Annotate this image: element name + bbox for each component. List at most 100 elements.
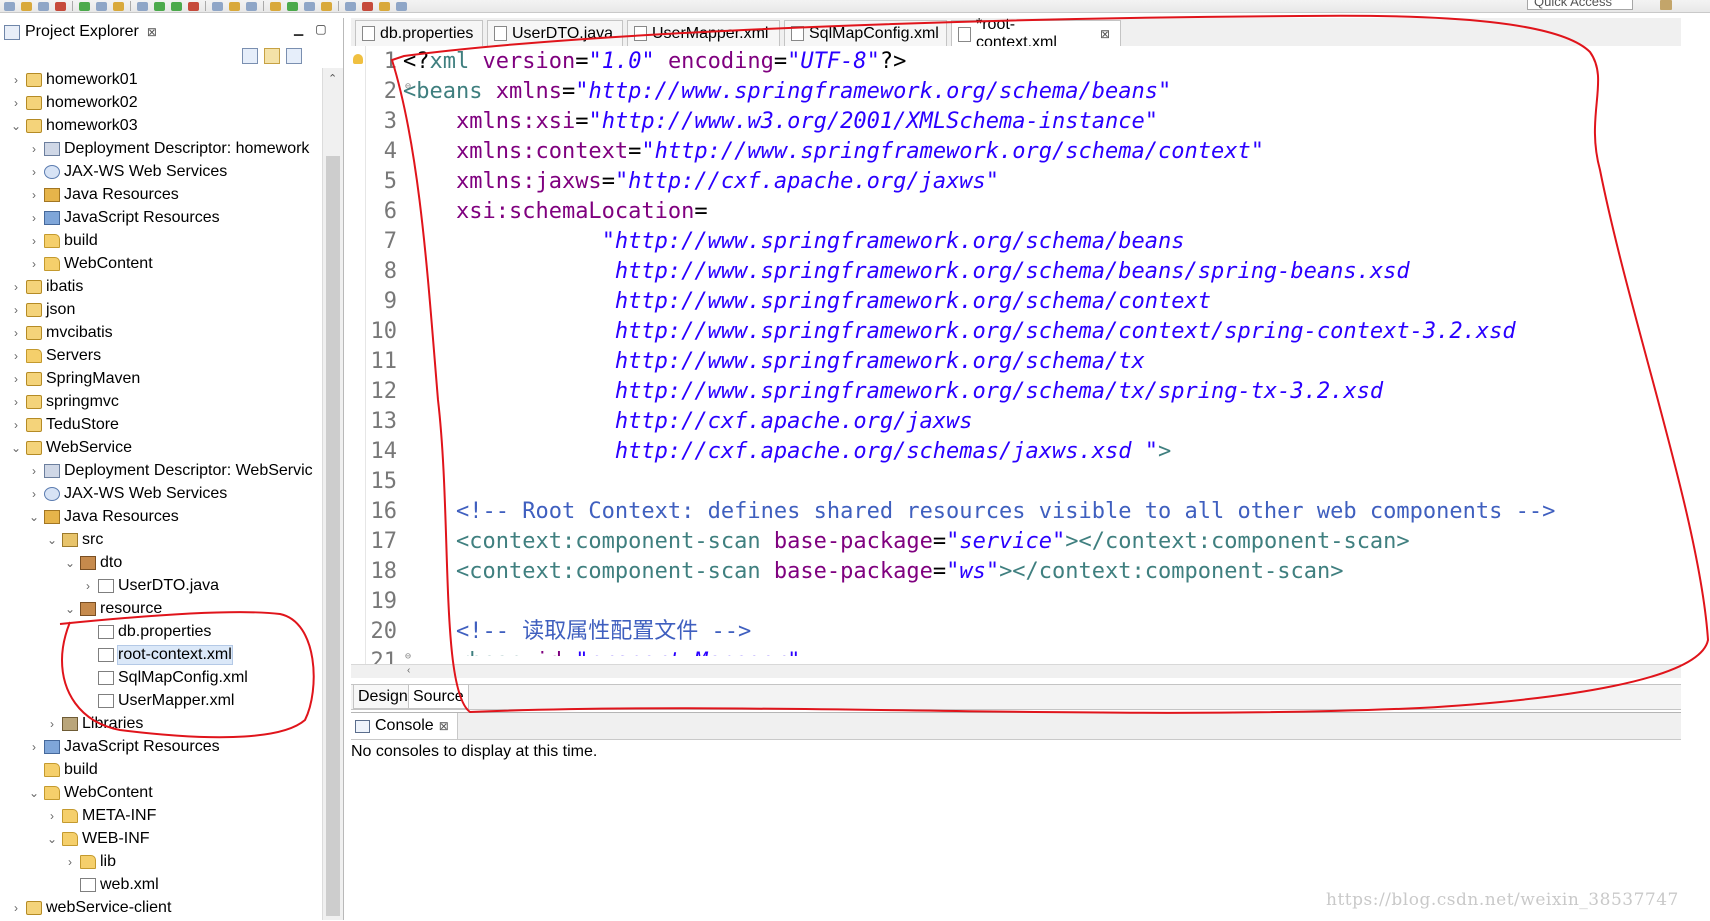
tree-item[interactable]: root-context.xml	[0, 643, 322, 666]
tree-item[interactable]: › TeduStore	[0, 413, 322, 436]
collapsed-chevron-icon[interactable]: ›	[10, 901, 22, 915]
tree-item[interactable]: build	[0, 758, 322, 781]
collapsed-chevron-icon[interactable]: ›	[28, 165, 40, 179]
xml-editor[interactable]: 1 2 3 4 5 6 7 8 9 10 11 12 13 14 15 16 17 18 19 20 21 ⊖ ⊖ <?xm…	[351, 46, 1681, 674]
tree-item[interactable]: › json	[0, 298, 322, 321]
collapsed-chevron-icon[interactable]: ›	[28, 211, 40, 225]
tree-item[interactable]: › JavaScript Resources	[0, 206, 322, 229]
tree-item[interactable]: › mvcibatis	[0, 321, 322, 344]
tree-item[interactable]: › ibatis	[0, 275, 322, 298]
tree-item[interactable]: db.properties	[0, 620, 322, 643]
maximize-icon[interactable]: ▢	[315, 22, 326, 36]
tree-item[interactable]: › Java Resources	[0, 183, 322, 206]
tree-item[interactable]: › lib	[0, 850, 322, 873]
explorer-scrollbar[interactable]: ⌃	[322, 68, 343, 920]
collapsed-chevron-icon[interactable]: ›	[28, 188, 40, 202]
minimize-icon[interactable]: ▁	[294, 22, 303, 36]
tree-item[interactable]: › JAX-WS Web Services	[0, 482, 322, 505]
tree-item[interactable]: › webService-client	[0, 896, 322, 919]
expanded-chevron-icon[interactable]: ⌄	[64, 602, 76, 616]
scroll-left-icon[interactable]: ‹	[407, 665, 410, 676]
toolbar-button-icon[interactable]	[137, 1, 148, 11]
link-with-editor-icon[interactable]	[264, 48, 280, 64]
project-explorer-tab[interactable]: Project Explorer ⊠	[0, 18, 174, 46]
tree-item[interactable]: SqlMapConfig.xml	[0, 666, 322, 689]
collapsed-chevron-icon[interactable]: ›	[28, 740, 40, 754]
close-icon[interactable]: ⊠	[1100, 27, 1110, 41]
toolbar-button-icon[interactable]	[396, 1, 407, 11]
toolbar-button-icon[interactable]	[55, 1, 66, 11]
editor-tab[interactable]: UserMapper.xml	[627, 20, 780, 46]
tree-item[interactable]: › Deployment Descriptor: homework	[0, 137, 322, 160]
collapsed-chevron-icon[interactable]: ›	[10, 73, 22, 87]
collapsed-chevron-icon[interactable]: ›	[10, 395, 22, 409]
collapsed-chevron-icon[interactable]: ›	[28, 234, 40, 248]
collapsed-chevron-icon[interactable]: ›	[28, 142, 40, 156]
editor-tab[interactable]: UserDTO.java	[487, 20, 623, 46]
toolbar-button-icon[interactable]	[212, 1, 223, 11]
tree-item[interactable]: ⌄ resource	[0, 597, 322, 620]
expanded-chevron-icon[interactable]: ⌄	[28, 786, 40, 800]
expanded-chevron-icon[interactable]: ⌄	[64, 556, 76, 570]
collapsed-chevron-icon[interactable]: ›	[46, 809, 58, 823]
toolbar-button-icon[interactable]	[246, 1, 257, 11]
expanded-chevron-icon[interactable]: ⌄	[46, 832, 58, 846]
tree-item[interactable]: ⌄ Java Resources	[0, 505, 322, 528]
tree-item[interactable]: › homework02	[0, 91, 322, 114]
expanded-chevron-icon[interactable]: ⌄	[10, 441, 22, 455]
toolbar-button-icon[interactable]	[270, 1, 281, 11]
tree-item[interactable]: › JavaScript Resources	[0, 735, 322, 758]
tree-item[interactable]: ⌄ WebContent	[0, 781, 322, 804]
close-icon[interactable]: ⊠	[147, 25, 157, 39]
tree-item[interactable]: › springmvc	[0, 390, 322, 413]
tree-item[interactable]: › homework01	[0, 68, 322, 91]
collapsed-chevron-icon[interactable]: ›	[46, 717, 58, 731]
tree-item[interactable]: › Libraries	[0, 712, 322, 735]
tree-item[interactable]: UserMapper.xml	[0, 689, 322, 712]
collapsed-chevron-icon[interactable]: ›	[10, 372, 22, 386]
tree-item[interactable]: › JAX-WS Web Services	[0, 160, 322, 183]
editor-horizontal-scrollbar[interactable]: ‹	[351, 664, 1681, 678]
tree-item[interactable]: › WebContent	[0, 252, 322, 275]
toolbar-button-icon[interactable]	[154, 1, 165, 11]
toolbar-button-icon[interactable]	[38, 1, 49, 11]
toolbar-button-icon[interactable]	[362, 1, 373, 11]
tree-item[interactable]: ⌄ WEB-INF	[0, 827, 322, 850]
perspective-icon[interactable]	[1660, 0, 1672, 10]
expanded-chevron-icon[interactable]: ⌄	[46, 533, 58, 547]
expanded-chevron-icon[interactable]: ⌄	[10, 119, 22, 133]
toolbar-button-icon[interactable]	[113, 1, 124, 11]
toolbar-button-icon[interactable]	[79, 1, 90, 11]
collapsed-chevron-icon[interactable]: ›	[28, 464, 40, 478]
toolbar-button-icon[interactable]	[21, 1, 32, 11]
view-menu-icon[interactable]	[286, 48, 302, 64]
collapsed-chevron-icon[interactable]: ›	[28, 257, 40, 271]
editor-tab[interactable]: db.properties	[355, 20, 483, 46]
tree-item[interactable]: ⌄ dto	[0, 551, 322, 574]
expanded-chevron-icon[interactable]: ⌄	[28, 510, 40, 524]
code-area[interactable]: <?xml version="1.0" encoding="UTF-8"?> <b…	[403, 46, 1673, 656]
collapsed-chevron-icon[interactable]: ›	[64, 855, 76, 869]
tab-design[interactable]: Design	[353, 685, 413, 709]
collapsed-chevron-icon[interactable]: ›	[28, 487, 40, 501]
tree-item[interactable]: ⌄ WebService	[0, 436, 322, 459]
tree-item[interactable]: › build	[0, 229, 322, 252]
collapsed-chevron-icon[interactable]: ›	[10, 303, 22, 317]
scroll-up-icon[interactable]: ⌃	[328, 72, 337, 85]
tree-item[interactable]: ⌄ homework03	[0, 114, 322, 137]
toolbar-button-icon[interactable]	[287, 1, 298, 11]
tree-item[interactable]: › Servers	[0, 344, 322, 367]
quick-access-field[interactable]: Quick Access	[1527, 0, 1633, 10]
collapsed-chevron-icon[interactable]: ›	[10, 280, 22, 294]
toolbar-button-icon[interactable]	[4, 1, 15, 11]
toolbar-button-icon[interactable]	[321, 1, 332, 11]
console-tab[interactable]: Console ⊠	[351, 713, 458, 739]
close-icon[interactable]: ⊠	[439, 719, 449, 733]
toolbar-button-icon[interactable]	[379, 1, 390, 11]
collapse-all-icon[interactable]	[242, 48, 258, 64]
collapsed-chevron-icon[interactable]: ›	[10, 349, 22, 363]
warning-icon[interactable]	[353, 54, 363, 64]
toolbar-button-icon[interactable]	[96, 1, 107, 11]
toolbar-button-icon[interactable]	[188, 1, 199, 11]
toolbar-button-icon[interactable]	[229, 1, 240, 11]
